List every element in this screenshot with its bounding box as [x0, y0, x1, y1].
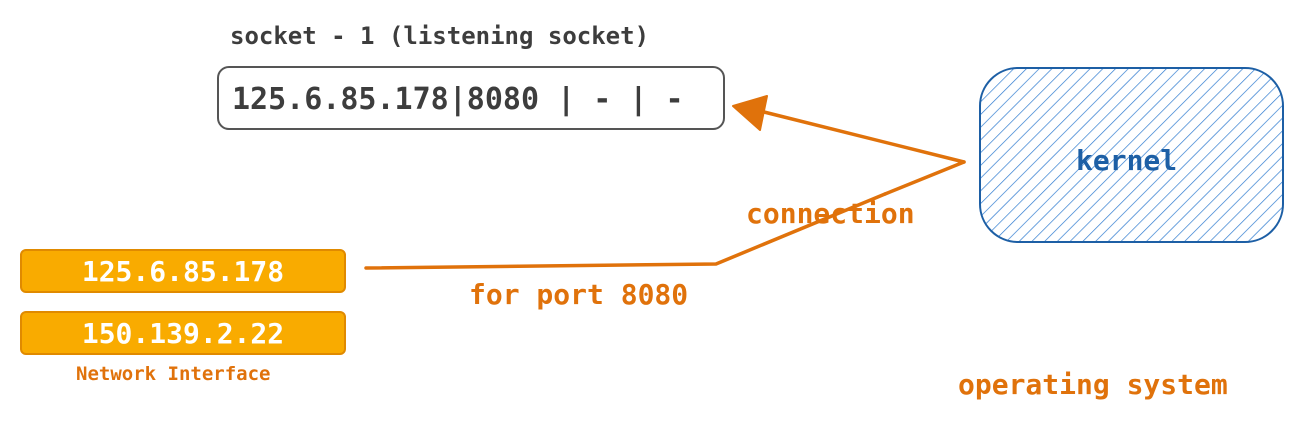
network-interface-caption: Network Interface [76, 363, 271, 385]
socket-entry: 125.6.85.178|8080 | - | - [232, 82, 684, 117]
arrow-shaft [762, 110, 966, 164]
kernel-link-line [883, 160, 966, 196]
socket-title: socket - 1 (listening socket) [230, 22, 650, 50]
arrow-head-icon [732, 95, 768, 131]
network-interface-address-1: 125.6.85.178 [20, 249, 346, 293]
diagram-canvas [364, 67, 1284, 270]
port-label: for port 8080 [469, 278, 689, 311]
connection-label: connection [746, 197, 915, 230]
operating-system-label: operating system [958, 368, 1228, 401]
network-interface-address-2: 150.139.2.22 [20, 311, 346, 355]
kernel-label: kernel [1076, 144, 1178, 177]
